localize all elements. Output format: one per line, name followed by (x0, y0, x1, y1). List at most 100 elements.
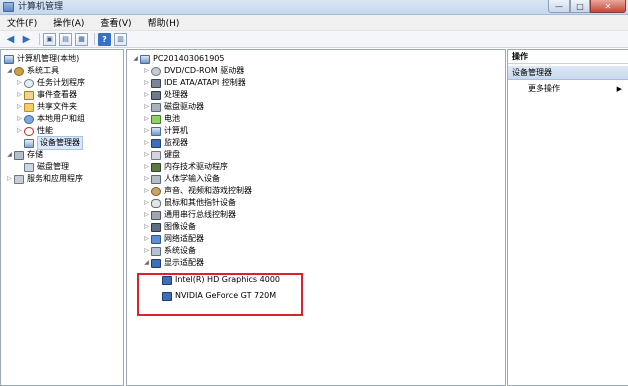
device-category-network[interactable]: ▷ 网络适配器 (143, 233, 204, 245)
tree-root[interactable]: 计算机管理(本地) (4, 53, 79, 65)
back-icon[interactable]: ◀ (4, 33, 17, 46)
processor-icon (151, 90, 161, 100)
expand-arrow-icon[interactable]: ▷ (143, 233, 150, 245)
expand-arrow-icon[interactable]: ▷ (16, 89, 23, 101)
menu-file[interactable]: 文件(F) (7, 16, 37, 29)
services-icon (14, 174, 24, 184)
more-actions-link[interactable]: 更多操作 (528, 83, 560, 95)
tree-item-event-viewer[interactable]: ▷ 事件查看器 (16, 89, 77, 101)
device-category-battery[interactable]: ▷ 电池 (143, 113, 180, 125)
chevron-right-icon[interactable]: ▶ (617, 83, 622, 95)
computer-management-icon (3, 2, 14, 12)
device-category-computer[interactable]: ▷ 计算机 (143, 125, 188, 137)
device-category-sound[interactable]: ▷ 声音、视频和游戏控制器 (143, 185, 252, 197)
expand-arrow-icon[interactable]: ▷ (143, 65, 150, 77)
tree-item-system-tools[interactable]: ◢ 系统工具 (6, 65, 59, 77)
disk-icon (24, 162, 34, 172)
ide-controller-icon (151, 78, 161, 88)
maximize-button[interactable]: □ (570, 0, 590, 13)
expand-arrow-icon[interactable]: ▷ (143, 185, 150, 197)
toolbar-separator (94, 33, 95, 45)
expand-arrow-icon[interactable]: ▷ (16, 125, 23, 137)
collapse-arrow-icon[interactable]: ◢ (132, 53, 139, 65)
menu-view[interactable]: 查看(V) (100, 16, 131, 29)
dvd-drive-icon (151, 66, 161, 76)
expand-arrow-icon[interactable]: ▷ (16, 113, 23, 125)
expand-arrow-icon[interactable]: ▷ (143, 101, 150, 113)
collapse-arrow-icon[interactable]: ◢ (143, 257, 150, 269)
expand-arrow-icon[interactable]: ▷ (143, 89, 150, 101)
monitor-icon (151, 138, 161, 148)
battery-icon (151, 114, 161, 124)
tree-item-shared-folders[interactable]: ▷ 共享文件夹 (16, 101, 77, 113)
expand-arrow-icon[interactable]: ▷ (143, 125, 150, 137)
expand-arrow-icon[interactable]: ▷ (143, 137, 150, 149)
menu-help[interactable]: 帮助(H) (148, 16, 180, 29)
expand-arrow-icon[interactable]: ▷ (143, 113, 150, 125)
users-icon (24, 114, 34, 124)
expand-arrow-icon[interactable]: ▷ (16, 77, 23, 89)
expand-arrow-icon[interactable]: ▷ (143, 245, 150, 257)
device-category-dvd[interactable]: ▷ DVD/CD-ROM 驱动器 (143, 65, 244, 77)
device-category-mice[interactable]: ▷ 鼠标和其他指针设备 (143, 197, 236, 209)
minimize-button[interactable]: — (548, 0, 570, 13)
device-category-ide[interactable]: ▷ IDE ATA/ATAPI 控制器 (143, 77, 246, 89)
device-category-hid[interactable]: ▷ 人体学输入设备 (143, 173, 220, 185)
mouse-icon (151, 198, 161, 208)
performance-icon (24, 126, 34, 136)
device-category-monitors[interactable]: ▷ 监视器 (143, 137, 188, 149)
keyboard-icon (151, 150, 161, 160)
collapse-arrow-icon[interactable]: ◢ (6, 65, 13, 77)
hid-device-icon (151, 174, 161, 184)
console-tree: 计算机管理(本地) ◢ 系统工具 ▷ 任务计划程序 ▷ 事件查看器 ▷ 共享文件… (0, 49, 124, 386)
clock-icon (24, 78, 34, 88)
disk-drive-icon (151, 102, 161, 112)
memory-chip-icon (151, 162, 161, 172)
show-hide-icon[interactable]: ▥ (114, 32, 127, 46)
close-button[interactable]: ✕ (590, 0, 626, 13)
tree-item-storage[interactable]: ◢ 存储 (6, 149, 43, 161)
tree-item-task-scheduler[interactable]: ▷ 任务计划程序 (16, 77, 85, 89)
window-controls: — □ ✕ (548, 0, 626, 14)
expand-arrow-icon[interactable]: ▷ (143, 221, 150, 233)
expand-arrow-icon[interactable]: ▷ (143, 149, 150, 161)
display-adapter-icon (151, 258, 161, 268)
collapse-arrow-icon[interactable]: ◢ (6, 149, 13, 161)
computer-icon (140, 54, 150, 64)
expand-arrow-icon[interactable]: ▷ (6, 173, 13, 185)
device-category-keyboards[interactable]: ▷ 键盘 (143, 149, 180, 161)
expand-arrow-icon[interactable]: ▷ (143, 161, 150, 173)
device-tree: ◢ PC201403061905 ▷ DVD/CD-ROM 驱动器 ▷ IDE … (126, 49, 506, 386)
device-category-usb[interactable]: ▷ 通用串行总线控制器 (143, 209, 236, 221)
device-tree-root[interactable]: ◢ PC201403061905 (132, 53, 225, 65)
event-log-icon (24, 90, 34, 100)
menu-action[interactable]: 操作(A) (53, 16, 84, 29)
tree-item-services[interactable]: ▷ 服务和应用程序 (6, 173, 83, 185)
system-device-icon (151, 246, 161, 256)
device-category-memory-tech[interactable]: ▷ 内存技术驱动程序 (143, 161, 228, 173)
expand-arrow-icon[interactable]: ▷ (143, 173, 150, 185)
console-tree-icon[interactable]: ▤ (59, 32, 72, 46)
expand-arrow-icon[interactable]: ▷ (143, 77, 150, 89)
forward-icon[interactable]: ▶ (20, 33, 33, 46)
device-category-system[interactable]: ▷ 系统设备 (143, 245, 196, 257)
expand-arrow-icon[interactable]: ▷ (143, 209, 150, 221)
device-category-imaging[interactable]: ▷ 图像设备 (143, 221, 196, 233)
up-folder-icon[interactable]: ▣ (43, 32, 56, 46)
folder-icon (24, 102, 34, 112)
computer-icon (151, 126, 161, 136)
tree-item-local-users[interactable]: ▷ 本地用户和组 (16, 113, 85, 125)
device-category-disk-drives[interactable]: ▷ 磁盘驱动器 (143, 101, 204, 113)
expand-arrow-icon[interactable]: ▷ (143, 197, 150, 209)
expand-arrow-icon[interactable]: ▷ (16, 101, 23, 113)
device-category-processors[interactable]: ▷ 处理器 (143, 89, 188, 101)
tree-item-device-manager[interactable]: 设备管理器 (24, 136, 83, 150)
actions-header: 操作 (508, 50, 628, 64)
computer-icon (4, 54, 14, 64)
properties-icon[interactable]: ▦ (75, 32, 88, 46)
device-category-display[interactable]: ◢ 显示适配器 (143, 257, 204, 269)
actions-section-device-manager[interactable]: 设备管理器 (508, 66, 628, 80)
tools-icon (14, 66, 24, 76)
tree-item-disk-management[interactable]: 磁盘管理 (24, 161, 69, 173)
help-icon[interactable]: ? (98, 32, 111, 46)
